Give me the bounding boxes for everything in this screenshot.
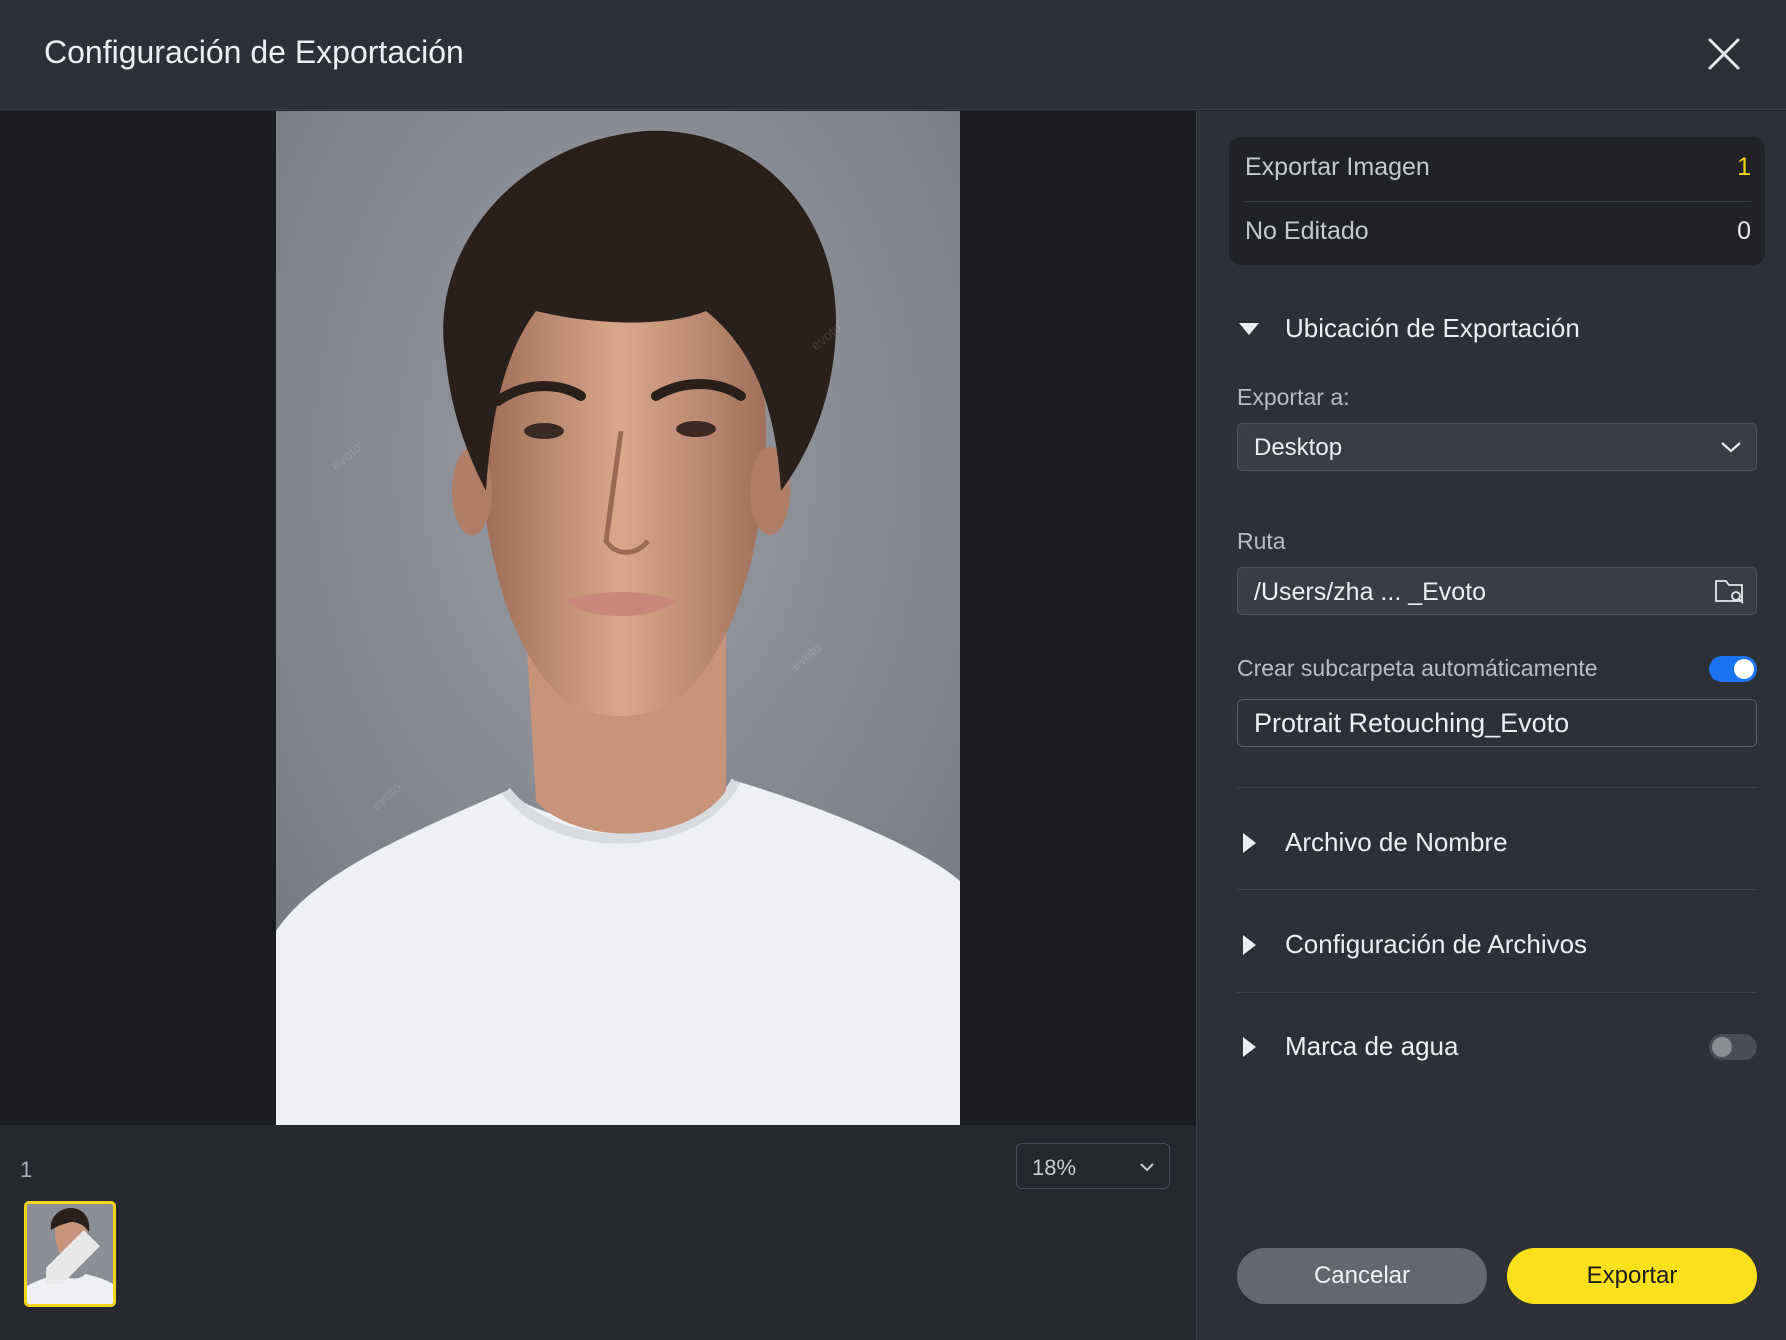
triangle-right-icon (1243, 1037, 1256, 1057)
subfolder-label: Crear subcarpeta automáticamente (1237, 655, 1598, 681)
section-export-location-title: Ubicación de Exportación (1285, 313, 1580, 343)
export-button[interactable]: Exportar (1507, 1248, 1757, 1304)
unedited-label: No Editado (1245, 217, 1369, 245)
chevron-down-icon (1140, 1163, 1154, 1172)
image-preview-area: evoto evoto evoto evoto evoto (0, 111, 1196, 1125)
export-image-label: Exportar Imagen (1245, 153, 1430, 181)
export-settings-panel: Exportar Imagen 1 No Editado 0 Ubicación… (1196, 111, 1786, 1340)
subfolder-toggle-knob (1734, 659, 1754, 679)
close-icon (1708, 38, 1740, 70)
image-count: 1 (20, 1157, 33, 1182)
export-to-value: Desktop (1254, 434, 1343, 461)
zoom-select[interactable]: 18% (1016, 1143, 1170, 1189)
divider (1237, 889, 1757, 890)
dialog-title: Configuración de Exportación (44, 34, 464, 70)
zoom-value: 18% (1032, 1155, 1077, 1180)
divider (1237, 787, 1757, 788)
folder-search-icon[interactable] (1714, 577, 1746, 605)
path-field[interactable]: /Users/zha ... _Evoto (1237, 567, 1757, 615)
cancel-button[interactable]: Cancelar (1237, 1248, 1487, 1304)
export-image-count: 1 (1737, 153, 1751, 181)
triangle-down-icon (1239, 323, 1259, 335)
watermark-toggle[interactable] (1709, 1034, 1757, 1060)
triangle-right-icon (1243, 935, 1256, 955)
path-label: Ruta (1237, 528, 1286, 554)
section-watermark-title: Marca de agua (1285, 1031, 1459, 1061)
subfolder-name-input[interactable] (1237, 699, 1757, 747)
section-export-location[interactable]: Ubicación de Exportación (1237, 309, 1737, 349)
filmstrip-bar: 1 18% (0, 1125, 1196, 1340)
dialog-titlebar: Configuración de Exportación (0, 0, 1786, 110)
close-button[interactable] (1700, 30, 1748, 78)
divider (1237, 992, 1757, 993)
watermark-toggle-knob (1712, 1037, 1732, 1057)
section-watermark[interactable]: Marca de agua (1237, 1027, 1617, 1067)
export-summary-card: Exportar Imagen 1 No Editado 0 (1229, 137, 1765, 265)
export-to-label: Exportar a: (1237, 384, 1350, 410)
unedited-count: 0 (1737, 217, 1751, 245)
section-file-settings[interactable]: Configuración de Archivos (1237, 925, 1737, 965)
triangle-right-icon (1243, 833, 1256, 853)
unedited-row: No Editado 0 (1245, 201, 1751, 265)
section-file-name-title: Archivo de Nombre (1285, 827, 1508, 857)
export-to-select[interactable]: Desktop (1237, 423, 1757, 471)
path-value: /Users/zha ... _Evoto (1254, 578, 1487, 606)
thumbnail-item[interactable] (24, 1201, 116, 1307)
subfolder-toggle[interactable] (1709, 656, 1757, 682)
chevron-down-icon (1721, 442, 1741, 453)
section-file-name[interactable]: Archivo de Nombre (1237, 823, 1737, 863)
section-file-settings-title: Configuración de Archivos (1285, 929, 1588, 959)
export-image-row: Exportar Imagen 1 (1245, 137, 1751, 202)
edit-badge-icon (46, 1230, 100, 1284)
preview-image: evoto evoto evoto evoto evoto (276, 111, 960, 1125)
